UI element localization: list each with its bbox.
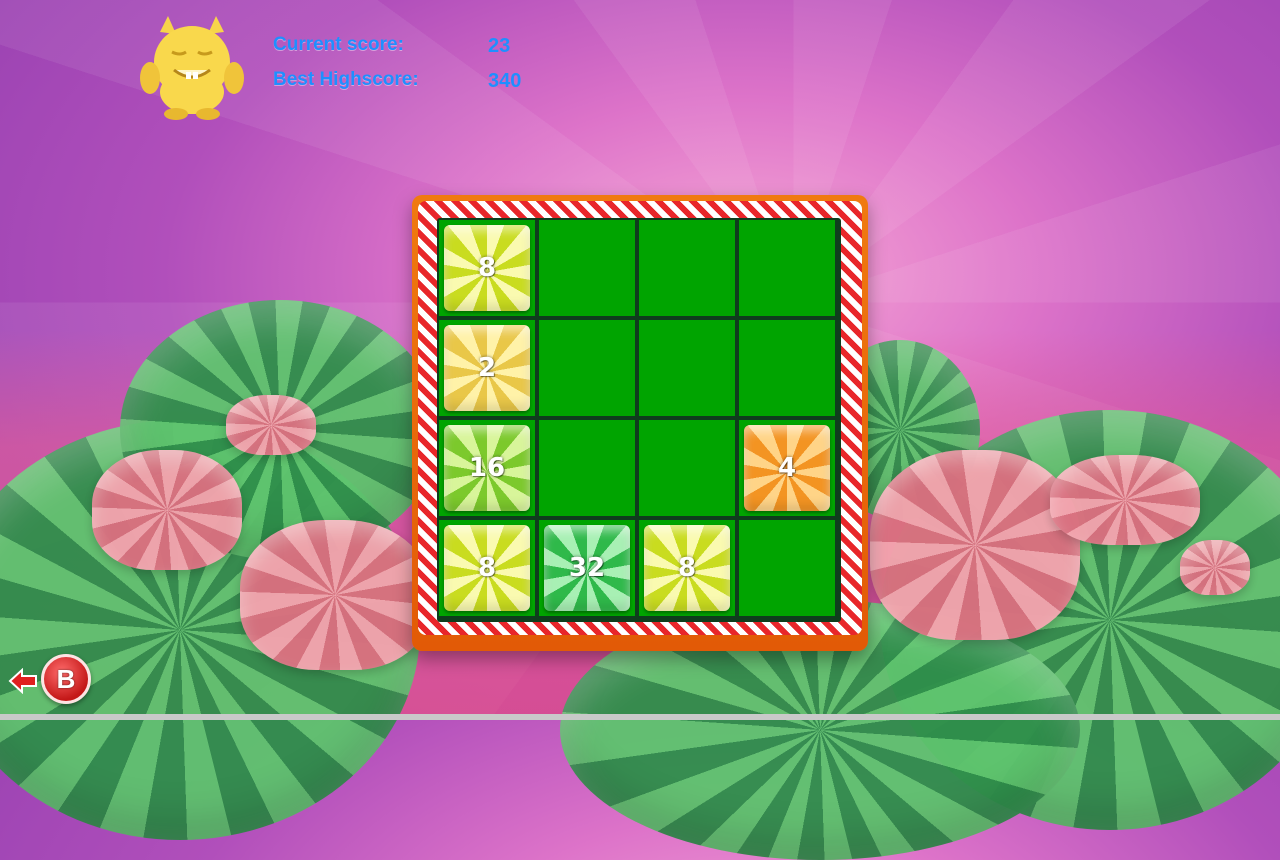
board-cell bbox=[539, 320, 635, 416]
tile-32: 32 bbox=[544, 525, 630, 611]
board-cell bbox=[739, 220, 835, 316]
yellow-monster-icon bbox=[140, 16, 244, 120]
current-score-label: Current score: bbox=[273, 34, 404, 55]
pink-candy bbox=[240, 520, 430, 670]
tile-8: 8 bbox=[444, 525, 530, 611]
tile-2: 2 bbox=[444, 325, 530, 411]
current-score-value: 23 bbox=[488, 35, 511, 57]
board-cell bbox=[639, 220, 735, 316]
board-cell bbox=[639, 420, 735, 516]
tile-4: 4 bbox=[744, 425, 830, 511]
pink-candy bbox=[870, 450, 1080, 640]
bottom-bar bbox=[0, 714, 1280, 720]
pink-candy bbox=[1180, 540, 1250, 595]
board-cell bbox=[739, 320, 835, 416]
left-arrow-icon[interactable] bbox=[8, 668, 38, 694]
board-cell bbox=[539, 220, 635, 316]
best-highscore-value: 340 bbox=[488, 70, 522, 92]
back-button[interactable]: B bbox=[41, 654, 91, 704]
tile-8: 8 bbox=[644, 525, 730, 611]
tile-8: 8 bbox=[444, 225, 530, 311]
pink-candy bbox=[1050, 455, 1200, 545]
board-cell bbox=[539, 420, 635, 516]
pink-candy bbox=[226, 395, 316, 455]
board-cell bbox=[639, 320, 735, 416]
tile-16: 16 bbox=[444, 425, 530, 511]
best-highscore-label: Best Highscore: bbox=[273, 69, 419, 90]
back-button-label: B bbox=[56, 663, 76, 694]
pink-candy bbox=[92, 450, 242, 570]
game-board[interactable]: 8 2 16 4 8 32 8 bbox=[437, 218, 841, 622]
board-cell bbox=[739, 520, 835, 616]
